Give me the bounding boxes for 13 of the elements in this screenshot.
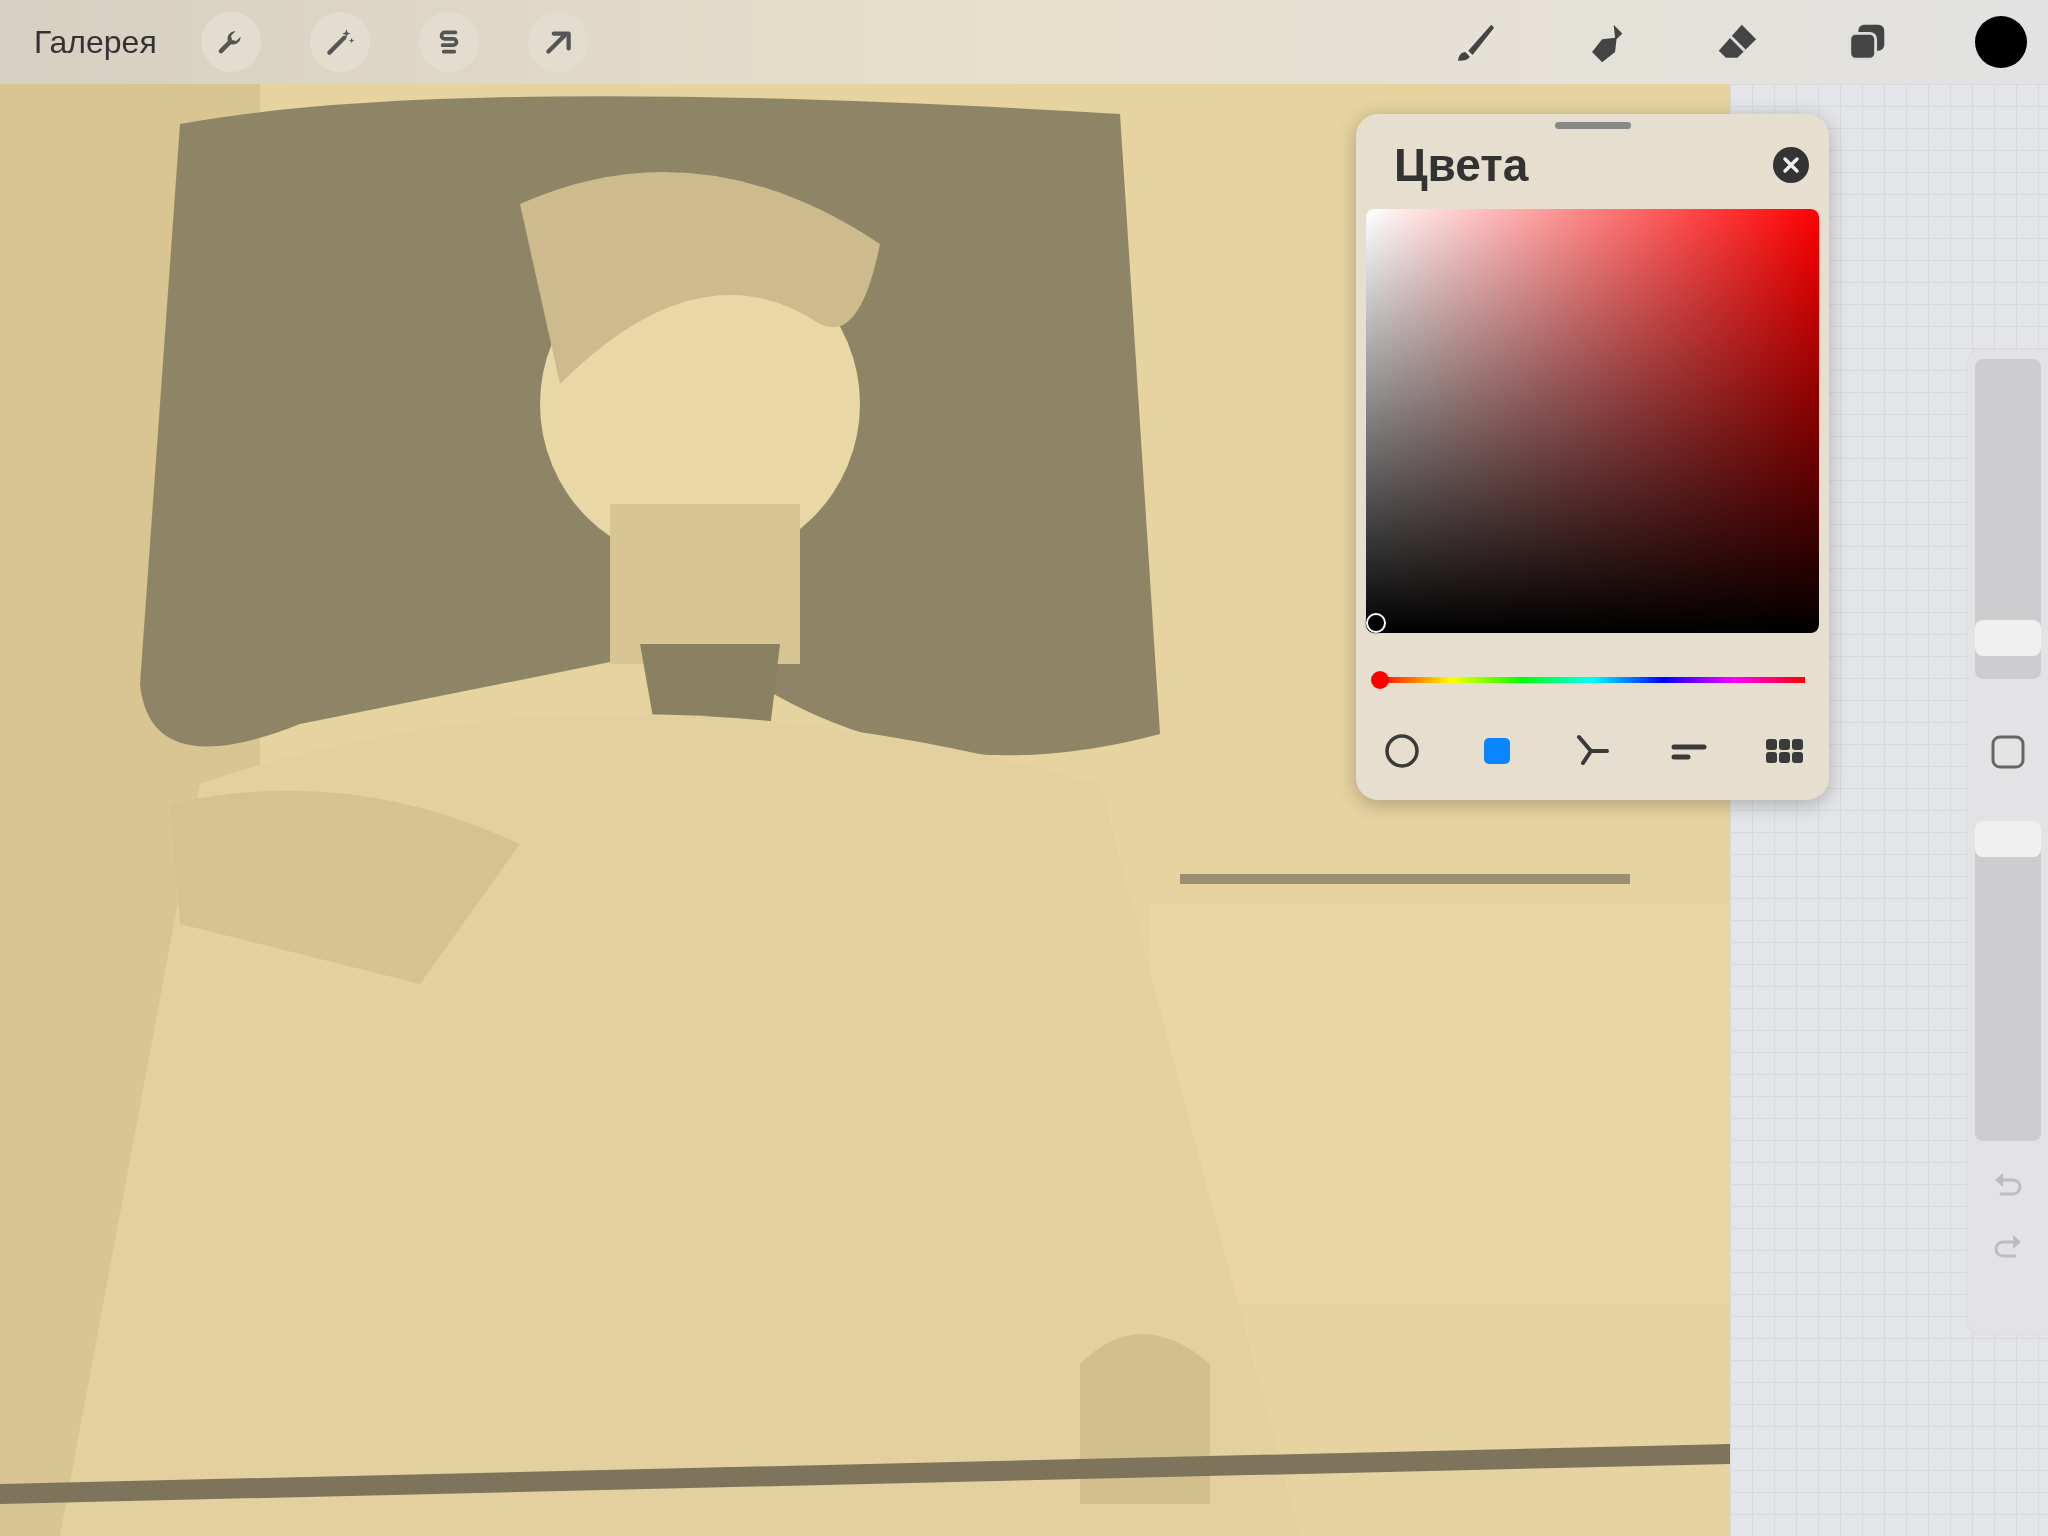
color-field[interactable]: [1366, 209, 1819, 633]
color-picker-knob[interactable]: [1366, 613, 1386, 633]
panel-title: Цвета: [1394, 138, 1529, 192]
drag-handle[interactable]: [1554, 122, 1631, 129]
eyedropper-button[interactable]: [1990, 734, 2026, 770]
gallery-button[interactable]: Галерея: [34, 23, 157, 61]
opacity-slider[interactable]: [1975, 821, 2041, 1141]
brush-size-slider[interactable]: [1975, 359, 2041, 679]
slider-thumb[interactable]: [1975, 620, 2041, 657]
close-icon[interactable]: [1773, 147, 1809, 183]
color-swatch[interactable]: [1975, 16, 2027, 68]
slider-thumb[interactable]: [1371, 671, 1389, 689]
slider-thumb[interactable]: [1975, 821, 2041, 857]
